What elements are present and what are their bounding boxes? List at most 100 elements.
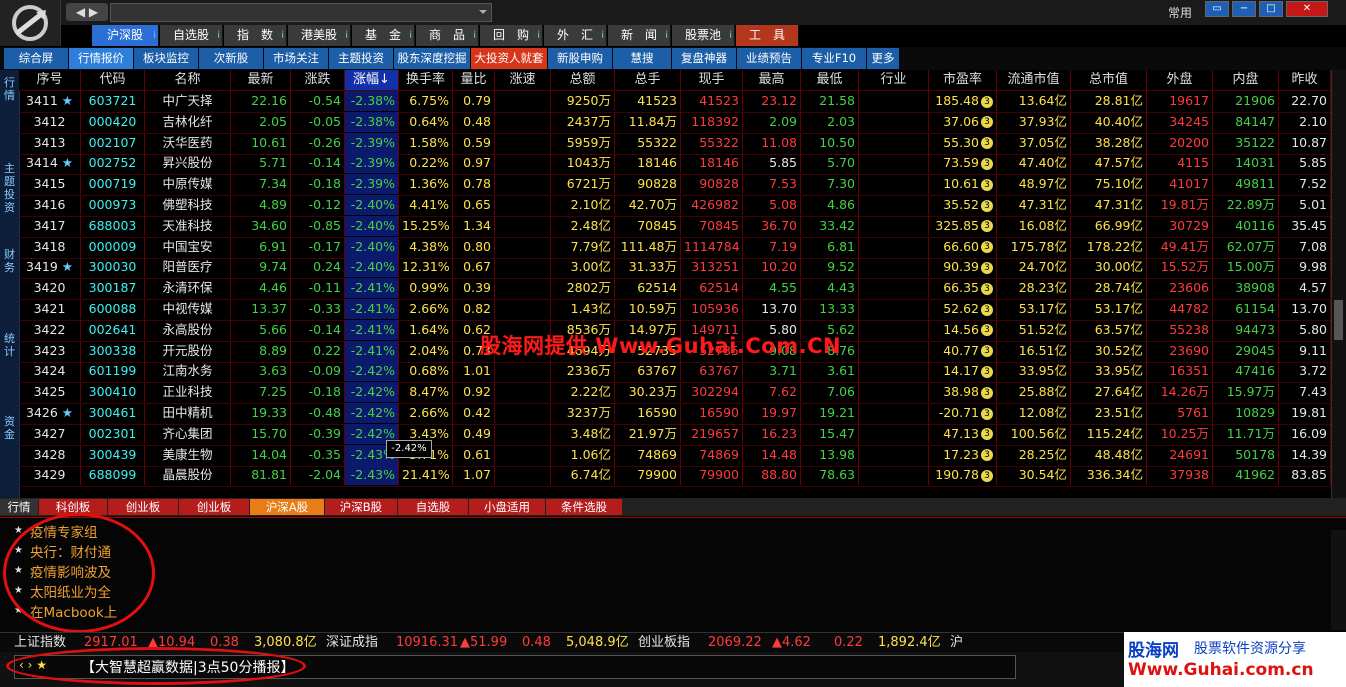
info-icon[interactable]: i: [345, 25, 348, 46]
sub-tab[interactable]: 主题投资: [329, 48, 393, 69]
ticker-name[interactable]: 上证指数: [14, 633, 66, 653]
sub-tab[interactable]: 综合屏: [4, 48, 68, 69]
sub-tab[interactable]: 板块监控: [134, 48, 198, 69]
table-row[interactable]: 3417 688003 天准科技 34.60 -0.85 -2.40% 15.25% 1.34…: [19, 215, 1331, 238]
ticker-name[interactable]: 沪: [950, 633, 963, 653]
back-forward-buttons[interactable]: ◀ ▶: [66, 3, 108, 21]
sub-tab[interactable]: 专业F10: [802, 48, 866, 69]
sub-tab[interactable]: 业绩预告: [737, 48, 801, 69]
column-header[interactable]: 现手: [681, 70, 743, 90]
table-row[interactable]: 3418 000009 中国宝安 6.91 -0.17 -2.40% 4.38% 0.80 7.…: [19, 236, 1331, 259]
column-header[interactable]: 代码: [81, 70, 145, 90]
column-header[interactable]: 涨幅↓: [345, 70, 399, 90]
vtab-capital[interactable]: 资金: [1, 415, 18, 441]
info-icon[interactable]: i: [665, 25, 668, 46]
main-tab[interactable]: 外 汇i: [544, 25, 607, 46]
common-menu[interactable]: 常用: [1168, 4, 1192, 21]
vtab-quotes[interactable]: 行情: [1, 76, 18, 102]
main-tab[interactable]: 工 具: [736, 25, 799, 46]
column-header[interactable]: 总额: [551, 70, 615, 90]
sub-tab[interactable]: 次新股: [199, 48, 263, 69]
info-icon[interactable]: i: [153, 25, 156, 46]
main-tab[interactable]: 港美股 i: [288, 25, 351, 46]
sub-tab[interactable]: 市场关注: [264, 48, 328, 69]
info-icon[interactable]: i: [217, 25, 220, 46]
main-tab[interactable]: 新 闻i: [608, 25, 671, 46]
main-tab[interactable]: 指 数i: [224, 25, 287, 46]
ticker-name[interactable]: 创业板指: [638, 633, 690, 653]
market-tab[interactable]: 创业板: [108, 499, 178, 515]
main-tab[interactable]: 沪深股 i: [92, 25, 159, 46]
ticker-name[interactable]: 深证成指: [326, 633, 378, 653]
column-header[interactable]: 外盘: [1147, 70, 1213, 90]
table-row[interactable]: 3413 002107 沃华医药 10.61 -0.26 -2.39% 1.58% 0.59 5…: [19, 132, 1331, 155]
table-scrollbar[interactable]: [1331, 70, 1346, 498]
table-row[interactable]: 3421 600088 中视传媒 13.37 -0.33 -2.41% 2.66% 0.82 1…: [19, 299, 1331, 321]
column-header[interactable]: 流通市值: [997, 70, 1071, 90]
market-tab[interactable]: 行情: [0, 499, 38, 515]
vtab-stats[interactable]: 统计: [1, 332, 18, 358]
restore-icon[interactable]: ▭: [1205, 1, 1229, 17]
column-header[interactable]: 名称: [145, 70, 231, 90]
table-row[interactable]: 3428300439美康生物14.04-0.35-2.43%5.71%0.611…: [19, 444, 1331, 467]
column-header[interactable]: 涨速: [495, 70, 551, 90]
sub-tab[interactable]: 股东深度挖掘: [394, 48, 470, 69]
app-logo[interactable]: [0, 0, 61, 46]
table-row[interactable]: 3427 002301 齐心集团 15.70 -0.39 -2.42% 3.43% 0.49 3…: [19, 423, 1331, 446]
favorite-star-icon[interactable]: ★: [58, 405, 73, 420]
sub-tab[interactable]: 大投资人就套: [471, 48, 547, 69]
sub-tab[interactable]: 行情报价: [69, 48, 133, 69]
sub-tab[interactable]: 慧搜: [613, 48, 671, 69]
table-row[interactable]: 3415 000719 中原传媒 7.34 -0.18 -2.39% 1.36% 0.78 67…: [19, 174, 1331, 197]
info-icon[interactable]: i: [601, 25, 604, 46]
market-tab[interactable]: 条件选股: [546, 499, 622, 515]
market-tab[interactable]: 创业板: [179, 499, 249, 515]
minimize-icon[interactable]: −: [1232, 1, 1256, 17]
column-header[interactable]: 涨跌: [291, 70, 345, 90]
column-header[interactable]: 总手: [615, 70, 681, 90]
favorite-star-icon[interactable]: ★: [58, 93, 73, 108]
sub-tab[interactable]: 新股申购: [548, 48, 612, 69]
info-scrollbar[interactable]: [1331, 530, 1346, 630]
main-tab[interactable]: 商 品i: [416, 25, 479, 46]
column-header[interactable]: 换手率: [399, 70, 453, 90]
info-icon[interactable]: i: [729, 25, 732, 46]
column-header[interactable]: 市盈率: [929, 70, 997, 90]
column-header[interactable]: 内盘: [1213, 70, 1279, 90]
column-header[interactable]: 最新: [231, 70, 291, 90]
market-tab[interactable]: 沪深B股: [325, 499, 397, 515]
table-row[interactable]: 3419 ★ 300030 阳普医疗 9.74 0.24 -2.40% 12.31% 0.67…: [19, 257, 1331, 280]
favorite-star-icon[interactable]: ★: [58, 259, 73, 274]
command-input[interactable]: [110, 3, 492, 22]
maximize-icon[interactable]: □: [1259, 1, 1283, 17]
column-header[interactable]: 总市值: [1071, 70, 1147, 90]
column-header[interactable]: 昨收: [1279, 70, 1331, 90]
table-row[interactable]: 3424 601199 江南水务 3.63 -0.09 -2.42% 0.68% 1.01 23…: [19, 361, 1331, 384]
main-tab[interactable]: 回 购i: [480, 25, 543, 46]
info-icon[interactable]: i: [409, 25, 412, 46]
sub-tab[interactable]: 复盘神器: [672, 48, 736, 69]
info-icon[interactable]: i: [537, 25, 540, 46]
table-row[interactable]: 3416 000973 佛塑科技 4.89 -0.12 -2.40% 4.41% 0.65 2.…: [19, 195, 1331, 217]
table-row[interactable]: 3426 ★ 300461 田中精机 19.33 -0.48 -2.42% 2.66% 0.4…: [19, 403, 1331, 425]
vtab-finance[interactable]: 财务: [1, 248, 18, 274]
main-tab[interactable]: 自选股 i: [160, 25, 223, 46]
table-row[interactable]: 3412 000420 吉林化纤 2.05 -0.05 -2.38% 0.64% 0.48 24…: [19, 111, 1331, 134]
market-tab[interactable]: 小盘适用: [469, 499, 545, 515]
main-tab[interactable]: 股票池 i: [672, 25, 735, 46]
table-row[interactable]: 3425 300410 正业科技 7.25 -0.18 -2.42% 8.47% 0.92 2.…: [19, 382, 1331, 405]
info-icon[interactable]: i: [473, 25, 476, 46]
main-tab[interactable]: 基 金i: [352, 25, 415, 46]
table-row[interactable]: 3429 688099 晶晨股份 81.81 -2.04 -2.43% 21.41% 1.07…: [19, 465, 1331, 488]
close-icon[interactable]: ✕: [1286, 1, 1328, 17]
column-header[interactable]: 行业: [859, 70, 929, 90]
column-header[interactable]: 量比: [453, 70, 495, 90]
table-row[interactable]: 3411 ★ 603721 中广天择 22.16 -0.54 -2.38% 6.75% 0.7…: [19, 91, 1331, 113]
market-tab[interactable]: 自选股: [398, 499, 468, 515]
column-header[interactable]: 序号: [19, 70, 81, 90]
table-row[interactable]: 3414 ★ 002752 昇兴股份 5.71 -0.14 -2.39% 0.22% 0.97…: [19, 153, 1331, 176]
sub-tab[interactable]: 更多: [867, 48, 899, 69]
favorite-star-icon[interactable]: ★: [58, 155, 73, 170]
column-header[interactable]: 最高: [743, 70, 801, 90]
market-tab[interactable]: 沪深A股: [250, 499, 324, 515]
